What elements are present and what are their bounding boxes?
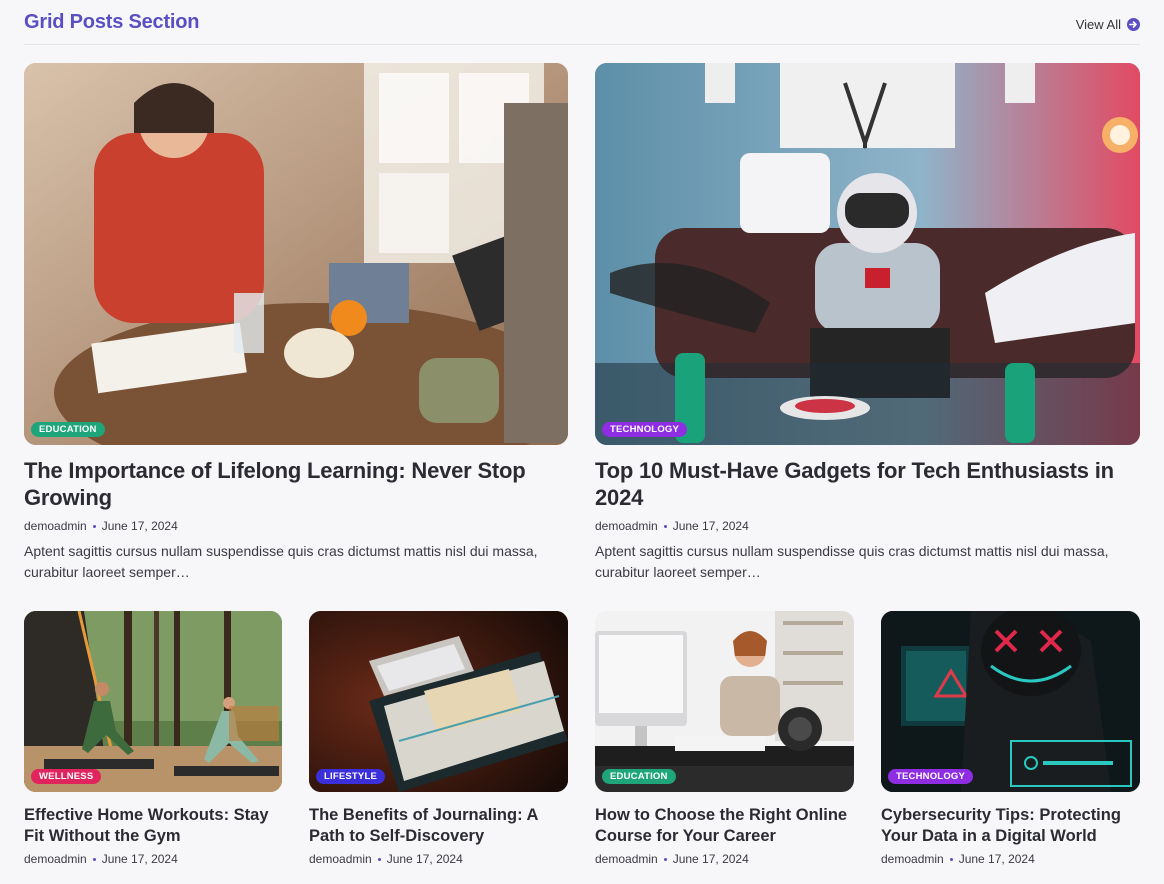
post-card: EDUCATION The Importance of Lifelong Lea…	[24, 63, 568, 583]
outdoor-workout-image	[24, 611, 282, 792]
post-thumbnail[interactable]: LIFESTYLE	[309, 611, 568, 792]
post-author[interactable]: demoadmin	[881, 852, 944, 866]
post-meta: demoadmin June 17, 2024	[24, 519, 568, 533]
post-title[interactable]: Effective Home Workouts: Stay Fit Withou…	[24, 805, 282, 847]
category-badge[interactable]: EDUCATION	[602, 769, 676, 784]
post-excerpt: Aptent sagittis cursus nullam suspendiss…	[595, 543, 1109, 580]
section-header: Grid Posts Section View All	[24, 0, 1140, 45]
hacker-mask-image	[881, 611, 1140, 792]
post-author[interactable]: demoadmin	[24, 519, 87, 533]
post-meta: demoadmin June 17, 2024	[595, 852, 854, 866]
post-meta: demoadmin June 17, 2024	[309, 852, 568, 866]
category-badge[interactable]: TECHNOLOGY	[888, 769, 974, 784]
post-card: TECHNOLOGY Cybersecurity Tips: Protectin…	[881, 611, 1140, 866]
study-group-image	[24, 63, 568, 445]
post-date: June 17, 2024	[672, 519, 749, 533]
meta-separator	[949, 857, 953, 861]
post-thumbnail[interactable]: EDUCATION	[595, 611, 854, 792]
category-badge[interactable]: EDUCATION	[31, 422, 105, 437]
post-date: June 17, 2024	[386, 852, 463, 866]
meta-separator	[663, 524, 667, 528]
post-card: LIFESTYLE The Benefits of Journaling: A …	[309, 611, 568, 866]
post-date: June 17, 2024	[958, 852, 1035, 866]
post-author[interactable]: demoadmin	[595, 519, 658, 533]
astronaut-gaming-image	[595, 63, 1140, 445]
category-badge[interactable]: WELLNESS	[31, 769, 102, 784]
online-course-image	[595, 611, 854, 792]
post-author[interactable]: demoadmin	[309, 852, 372, 866]
section-title: Grid Posts Section	[24, 11, 200, 33]
post-date: June 17, 2024	[672, 852, 749, 866]
post-title[interactable]: How to Choose the Right Online Course fo…	[595, 805, 854, 847]
meta-separator	[92, 857, 96, 861]
post-meta: demoadmin June 17, 2024	[881, 852, 1140, 866]
post-title[interactable]: The Importance of Lifelong Learning: Nev…	[24, 457, 568, 511]
category-badge[interactable]: TECHNOLOGY	[602, 422, 688, 437]
post-meta: demoadmin June 17, 2024	[595, 519, 1140, 533]
post-author[interactable]: demoadmin	[24, 852, 87, 866]
category-badge[interactable]: LIFESTYLE	[316, 769, 385, 784]
arrow-right-circle-icon	[1127, 18, 1140, 31]
view-all-link[interactable]: View All	[1076, 17, 1140, 32]
post-card: WELLNESS Effective Home Workouts: Stay F…	[24, 611, 282, 866]
post-thumbnail[interactable]: WELLNESS	[24, 611, 282, 792]
post-excerpt: Aptent sagittis cursus nullam suspendiss…	[24, 543, 538, 580]
journal-phone-image	[309, 611, 568, 792]
meta-separator	[377, 857, 381, 861]
post-date: June 17, 2024	[101, 852, 178, 866]
view-all-label: View All	[1075, 17, 1121, 32]
meta-separator	[663, 857, 667, 861]
post-title[interactable]: The Benefits of Journaling: A Path to Se…	[309, 805, 568, 847]
meta-separator	[92, 524, 96, 528]
post-thumbnail[interactable]: EDUCATION	[24, 63, 568, 445]
post-meta: demoadmin June 17, 2024	[24, 852, 282, 866]
post-title[interactable]: Cybersecurity Tips: Protecting Your Data…	[881, 805, 1140, 847]
post-card: EDUCATION How to Choose the Right Online…	[595, 611, 854, 866]
post-date: June 17, 2024	[101, 519, 178, 533]
post-card: TECHNOLOGY Top 10 Must-Have Gadgets for …	[595, 63, 1140, 583]
post-thumbnail[interactable]: TECHNOLOGY	[595, 63, 1140, 445]
post-author[interactable]: demoadmin	[595, 852, 658, 866]
post-title[interactable]: Top 10 Must-Have Gadgets for Tech Enthus…	[595, 457, 1140, 511]
post-thumbnail[interactable]: TECHNOLOGY	[881, 611, 1140, 792]
